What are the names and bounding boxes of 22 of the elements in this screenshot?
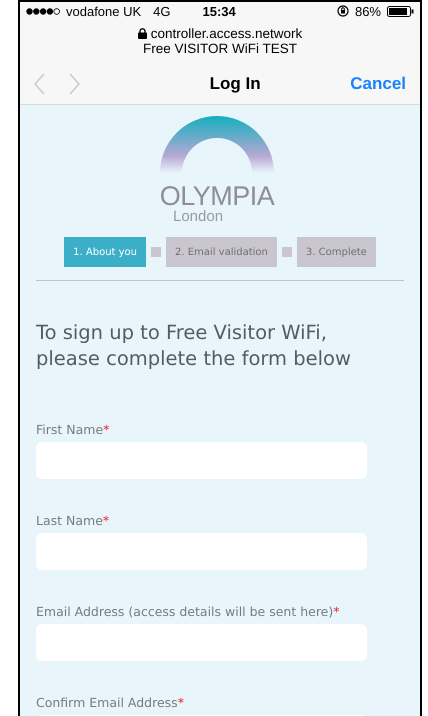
page-title: Free VISITOR WiFi TEST: [142, 41, 298, 56]
carrier-name: vodafone UK: [66, 4, 142, 18]
rotation-lock-icon: [336, 5, 349, 17]
lock-icon: [138, 28, 147, 39]
field-label: Last Name*: [36, 513, 110, 528]
signal-icon: [26, 8, 60, 14]
step-connector: [282, 247, 292, 257]
step-connector: [151, 247, 162, 257]
arch-logo-icon: [160, 115, 274, 173]
field-label: First Name*: [36, 422, 110, 437]
page-url: controller.access.network: [150, 26, 302, 41]
network-type: 4G: [153, 4, 171, 18]
clock-time: 15:34: [202, 4, 236, 18]
login-title: Log In: [208, 74, 262, 94]
form-heading: To sign up to Free Visitor WiFi, please complete the form below: [36, 320, 352, 372]
battery-icon: [387, 6, 414, 16]
battery-percent: 86%: [354, 4, 381, 18]
field-label: Confirm Email Address*: [36, 695, 185, 710]
field-label: Email Address (access details will be sent here)*: [36, 604, 341, 619]
logo-place: London: [173, 209, 224, 225]
logo-name: OLYMPIA: [160, 183, 274, 209]
cancel-link[interactable]: Cancel: [350, 74, 406, 94]
